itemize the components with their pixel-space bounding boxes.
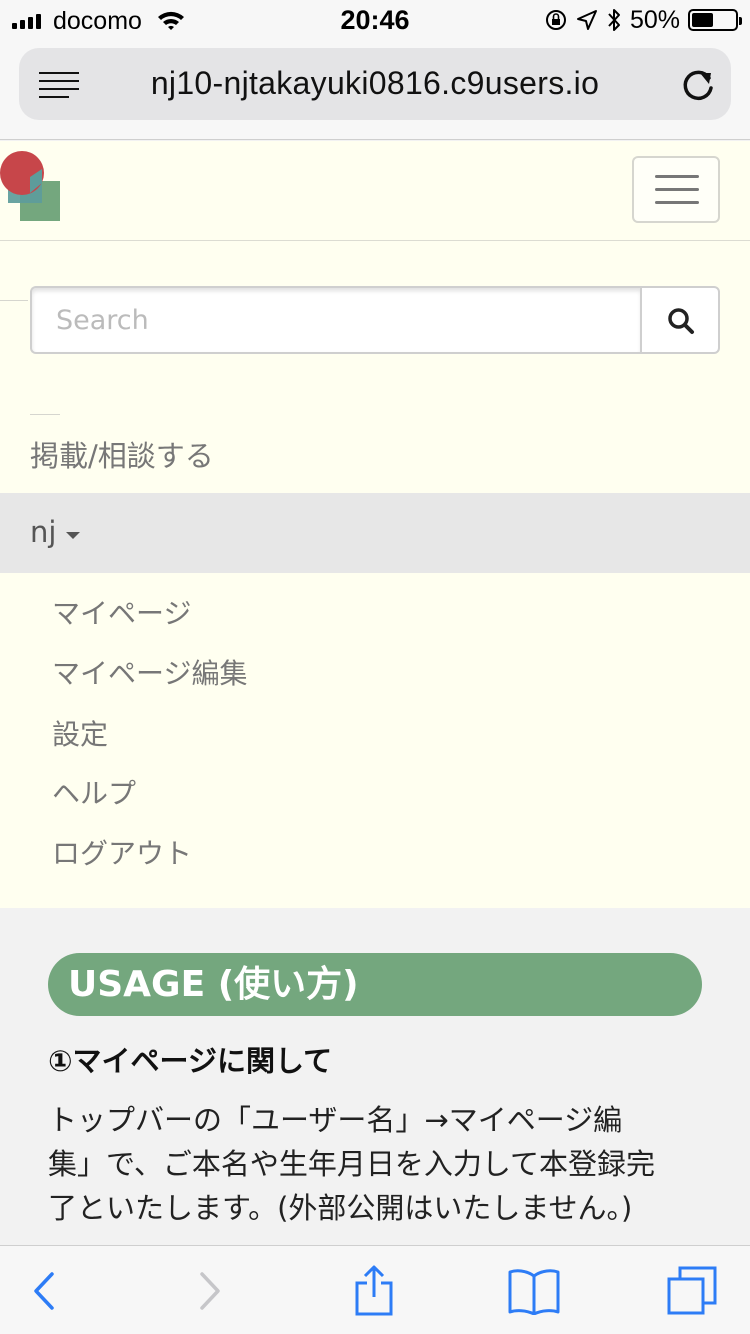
share-icon bbox=[355, 1265, 393, 1315]
tabs-icon bbox=[667, 1266, 717, 1314]
search-button[interactable] bbox=[640, 286, 720, 354]
caret-down-icon bbox=[66, 532, 80, 539]
usage-heading: USAGE (使い方) bbox=[48, 953, 702, 1016]
orientation-lock-icon bbox=[545, 10, 566, 30]
browser-toolbar bbox=[0, 1245, 750, 1334]
section-body: トップバーの「ユーザー名」→マイページ編 集」で、ご本名や生年月日を入力して本登… bbox=[48, 1098, 688, 1230]
navbar-header bbox=[0, 141, 750, 241]
browser-header: nj10-njtakayuki0816.c9users.io bbox=[0, 40, 750, 140]
main-content: USAGE (使い方) ①マイページに関して トップバーの「ユーザー名」→マイペ… bbox=[0, 908, 750, 1245]
menu-item-edit-mypage[interactable]: マイページ編集 bbox=[52, 652, 247, 692]
tabs-button[interactable] bbox=[660, 1246, 724, 1334]
back-icon bbox=[34, 1271, 54, 1310]
status-bar: docomo 20:46 50% bbox=[0, 0, 750, 40]
site-navbar: 掲載/相談する nj マイページ マイページ編集 設定 ヘルプ ログアウト bbox=[0, 141, 750, 908]
menu-item-help[interactable]: ヘルプ bbox=[52, 772, 136, 812]
user-dropdown-toggle[interactable]: nj bbox=[0, 493, 750, 573]
forward-icon bbox=[200, 1271, 220, 1310]
post-consult-link[interactable]: 掲載/相談する bbox=[30, 433, 214, 475]
back-button[interactable] bbox=[12, 1246, 76, 1334]
forward-button[interactable] bbox=[178, 1246, 242, 1334]
bookmarks-icon bbox=[508, 1268, 560, 1315]
section-title: ①マイページに関して bbox=[48, 1044, 333, 1078]
search-input[interactable] bbox=[30, 286, 641, 354]
navbar-toggle-button[interactable] bbox=[632, 156, 720, 223]
location-icon bbox=[576, 10, 597, 30]
search-form bbox=[30, 286, 720, 354]
bluetooth-icon bbox=[608, 9, 620, 31]
share-button[interactable] bbox=[342, 1246, 406, 1334]
web-page: 掲載/相談する nj マイページ マイページ編集 設定 ヘルプ ログアウト US… bbox=[0, 141, 750, 1245]
url-text[interactable]: nj10-njtakayuki0816.c9users.io bbox=[19, 65, 731, 102]
battery-percent: 50% bbox=[629, 5, 680, 34]
section-body-line: 了といたします。(外部公開はいたしません。) bbox=[48, 1191, 633, 1225]
menu-item-logout[interactable]: ログアウト bbox=[52, 832, 192, 872]
menu-item-settings[interactable]: 設定 bbox=[52, 713, 108, 753]
divider bbox=[30, 414, 60, 415]
divider bbox=[0, 300, 28, 301]
menu-item-mypage[interactable]: マイページ bbox=[52, 592, 191, 632]
bookmarks-button[interactable] bbox=[498, 1246, 570, 1334]
battery-icon bbox=[688, 9, 742, 31]
search-icon bbox=[668, 308, 694, 334]
reload-icon[interactable] bbox=[679, 64, 717, 104]
user-name: nj bbox=[30, 515, 57, 549]
section-body-line: トップバーの「ユーザー名」→マイページ編 bbox=[48, 1103, 623, 1137]
section-body-line: 集」で、ご本名や生年月日を入力して本登録完 bbox=[48, 1147, 655, 1181]
site-logo[interactable] bbox=[0, 149, 62, 225]
address-bar[interactable]: nj10-njtakayuki0816.c9users.io bbox=[19, 48, 731, 120]
